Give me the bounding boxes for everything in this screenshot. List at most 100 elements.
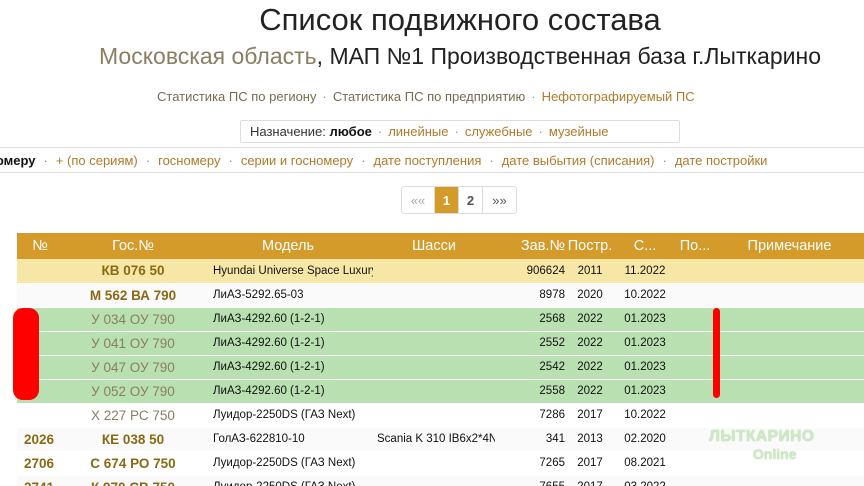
row-gosnumber[interactable]: К 970 СВ 750	[63, 475, 203, 486]
row-build-year: 2017	[565, 451, 615, 476]
row-note	[715, 307, 864, 332]
row-model[interactable]: ЛиАЗ-4292.60 (1-2-1)	[203, 379, 373, 404]
enterprise-stats-link[interactable]: Статистика ПС по предприятию	[333, 89, 525, 104]
red-annotation-left	[13, 308, 39, 400]
row-until	[675, 259, 715, 284]
row-model[interactable]: Луидор-2250DS (ГАЗ Next)	[203, 475, 373, 486]
sort-option-series[interactable]: + (по сериям)	[56, 153, 138, 168]
row-model[interactable]: ЛиАЗ-4292.60 (1-2-1)	[203, 331, 373, 356]
purpose-filter: Назначение: любое · линейные · служебные · муз…	[240, 120, 680, 143]
column-header-note[interactable]: Примечание	[715, 233, 864, 259]
row-factory-number: 8978	[495, 283, 565, 308]
watermark-line2: Online	[752, 446, 797, 462]
row-since-date: 01.2023	[615, 355, 675, 380]
red-annotation-right	[713, 308, 720, 398]
table-row[interactable]: Х 227 РС 750 Луидор-2250DS (ГАЗ Next) 7286…	[17, 403, 864, 428]
row-model[interactable]: Луидор-2250DS (ГАЗ Next)	[203, 403, 373, 428]
separator: ·	[322, 89, 327, 104]
row-model[interactable]: Луидор-2250DS (ГАЗ Next)	[203, 451, 373, 476]
column-header-number[interactable]: №	[17, 233, 63, 259]
table-row[interactable]: У 041 ОУ 790 ЛиАЗ-4292.60 (1-2-1) 2552 2022…	[17, 331, 864, 356]
purpose-option-any[interactable]: любое	[329, 124, 371, 139]
sort-option-gosnumber[interactable]: госномеру	[158, 153, 220, 168]
row-factory-number: 2558	[495, 379, 565, 404]
table-row[interactable]: У 034 ОУ 790 ЛиАЗ-4292.60 (1-2-1) 2568 2022…	[17, 307, 864, 332]
purpose-option-service[interactable]: служебные	[465, 124, 533, 139]
row-until	[675, 379, 715, 404]
row-factory-number: 2542	[495, 355, 565, 380]
column-header-gosnumber[interactable]: Гос.№	[63, 233, 203, 259]
row-model[interactable]: ЛиАЗ-5292.65-03	[203, 283, 373, 308]
row-chassis	[373, 259, 495, 284]
sort-bar: номеру · + (по сериям) · госномеру · серии и г…	[0, 147, 864, 173]
row-note	[715, 283, 864, 308]
sort-option-build-date[interactable]: дате постройки	[675, 153, 768, 168]
column-header-since[interactable]: С...	[615, 233, 675, 259]
column-header-model[interactable]: Модель	[203, 233, 373, 259]
row-build-year: 2017	[565, 475, 615, 486]
row-gosnumber[interactable]: КВ 076 50	[63, 259, 203, 284]
table-row[interactable]: КВ 076 50 Hyundai Universe Space Luxury 90…	[17, 259, 864, 284]
row-gosnumber[interactable]: У 052 ОУ 790	[63, 379, 203, 404]
row-until	[675, 475, 715, 486]
row-since-date: 01.2023	[615, 307, 675, 332]
row-build-year: 2022	[565, 307, 615, 332]
table-row[interactable]: У 047 ОУ 790 ЛиАЗ-4292.60 (1-2-1) 2542 2022…	[17, 355, 864, 380]
first-page-button[interactable]: ««	[402, 187, 435, 213]
column-header-until[interactable]: По...	[675, 233, 715, 259]
purpose-option-line[interactable]: линейные	[388, 124, 448, 139]
sort-option-retire-date[interactable]: дате выбытия (списания)	[502, 153, 655, 168]
column-header-factory-number[interactable]: Зав.№	[495, 233, 565, 259]
row-note	[715, 259, 864, 284]
row-gosnumber[interactable]: Х 227 РС 750	[63, 403, 203, 428]
row-note	[715, 403, 864, 428]
row-chassis	[373, 379, 495, 404]
page-2-button[interactable]: 2	[459, 187, 483, 213]
table-row[interactable]: 2741К 970 СВ 750Луидор-2250DS (ГАЗ Next)…	[17, 475, 864, 486]
row-build-year: 2020	[565, 283, 615, 308]
row-since-date: 01.2023	[615, 331, 675, 356]
row-number: 2741	[17, 475, 63, 486]
separator: ·	[361, 153, 366, 168]
row-model[interactable]: ГолАЗ-622810-10	[203, 427, 373, 452]
row-since-date: 01.2023	[615, 379, 675, 404]
nophoto-link[interactable]: Нефотографируемый ПС	[542, 89, 695, 104]
sort-option-arrival-date[interactable]: дате поступления	[373, 153, 481, 168]
separator: ·	[228, 153, 233, 168]
sort-option-number[interactable]: номеру	[0, 153, 35, 168]
row-factory-number: 2568	[495, 307, 565, 332]
enterprise-name: МАП №1 Производственная база г.Лыткарино	[329, 43, 821, 69]
row-since-date: 08.2021	[615, 451, 675, 476]
row-build-year: 2022	[565, 355, 615, 380]
separator: ·	[454, 124, 459, 139]
row-factory-number: 341	[495, 427, 565, 452]
purpose-option-museum[interactable]: музейные	[549, 124, 609, 139]
region-link[interactable]: Московская область	[99, 43, 317, 69]
page-1-button[interactable]: 1	[435, 187, 459, 213]
row-gosnumber[interactable]: У 034 ОУ 790	[63, 307, 203, 332]
row-model[interactable]: Hyundai Universe Space Luxury	[203, 259, 373, 284]
row-note	[715, 355, 864, 380]
table-row[interactable]: У 052 ОУ 790 ЛиАЗ-4292.60 (1-2-1) 2558 2022…	[17, 379, 864, 404]
row-chassis	[373, 331, 495, 356]
sort-option-series-gosnumber[interactable]: серии и госномеру	[241, 153, 353, 168]
row-note	[715, 331, 864, 356]
last-page-button[interactable]: »»	[483, 187, 516, 213]
row-gosnumber[interactable]: У 047 ОУ 790	[63, 355, 203, 380]
column-header-build-year[interactable]: Постр.	[565, 233, 615, 259]
row-until	[675, 403, 715, 428]
row-chassis	[373, 475, 495, 486]
row-gosnumber[interactable]: С 674 РО 750	[63, 451, 203, 476]
row-factory-number: 7655	[495, 475, 565, 486]
column-header-chassis[interactable]: Шасси	[373, 233, 495, 259]
separator: ·	[145, 153, 151, 168]
separator: ·	[538, 124, 543, 139]
table-row[interactable]: М 562 ВА 790 ЛиАЗ-5292.65-03 8978 2020 10.20…	[17, 283, 864, 308]
row-model[interactable]: ЛиАЗ-4292.60 (1-2-1)	[203, 307, 373, 332]
region-stats-link[interactable]: Статистика ПС по региону	[157, 89, 317, 104]
row-since-date: 11.2022	[615, 259, 675, 284]
row-gosnumber[interactable]: КЕ 038 50	[63, 427, 203, 452]
row-gosnumber[interactable]: У 041 ОУ 790	[63, 331, 203, 356]
row-model[interactable]: ЛиАЗ-4292.60 (1-2-1)	[203, 355, 373, 380]
row-gosnumber[interactable]: М 562 ВА 790	[63, 283, 203, 308]
